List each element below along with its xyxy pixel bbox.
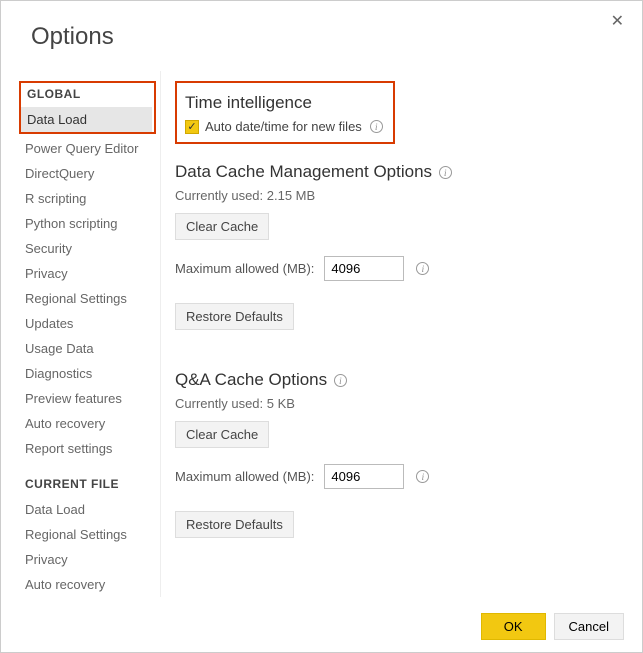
- auto-date-time-row: ✓ Auto date/time for new files i: [185, 119, 383, 134]
- data-cache-title-text: Data Cache Management Options: [175, 162, 432, 181]
- sidebar-item-cf-data-load[interactable]: Data Load: [19, 497, 160, 522]
- content-pane: Time intelligence ✓ Auto date/time for n…: [161, 71, 642, 597]
- sidebar-item-diagnostics[interactable]: Diagnostics: [19, 361, 160, 386]
- data-cache-max-input[interactable]: [324, 256, 404, 281]
- sidebar-item-privacy[interactable]: Privacy: [19, 261, 160, 286]
- sidebar-item-cf-auto-recovery[interactable]: Auto recovery: [19, 572, 160, 597]
- close-icon[interactable]: ✕: [603, 7, 632, 35]
- qa-clear-cache-button[interactable]: Clear Cache: [175, 421, 269, 448]
- global-header: GLOBAL: [27, 87, 152, 101]
- clear-cache-button[interactable]: Clear Cache: [175, 213, 269, 240]
- qa-cache-max-input[interactable]: [324, 464, 404, 489]
- options-dialog: ✕ Options GLOBAL Data Load Power Query E…: [0, 0, 643, 653]
- auto-date-time-checkbox[interactable]: ✓: [185, 120, 199, 134]
- sidebar-item-auto-recovery[interactable]: Auto recovery: [19, 411, 160, 436]
- sidebar-item-usage-data[interactable]: Usage Data: [19, 336, 160, 361]
- sidebar: GLOBAL Data Load Power Query Editor Dire…: [1, 71, 161, 597]
- info-icon[interactable]: i: [416, 470, 429, 483]
- dialog-title: Options: [1, 1, 642, 61]
- sidebar-item-data-load[interactable]: Data Load: [21, 107, 152, 132]
- sidebar-item-power-query-editor[interactable]: Power Query Editor: [19, 136, 160, 161]
- info-icon[interactable]: i: [439, 166, 452, 179]
- data-cache-max-row: Maximum allowed (MB): i: [175, 256, 620, 281]
- time-intelligence-title: Time intelligence: [185, 93, 383, 113]
- sidebar-item-directquery[interactable]: DirectQuery: [19, 161, 160, 186]
- data-cache-max-label: Maximum allowed (MB):: [175, 261, 314, 276]
- time-intelligence-highlight: Time intelligence ✓ Auto date/time for n…: [175, 81, 395, 144]
- current-file-header: CURRENT FILE: [25, 477, 160, 491]
- sidebar-item-preview-features[interactable]: Preview features: [19, 386, 160, 411]
- sidebar-item-security[interactable]: Security: [19, 236, 160, 261]
- qa-restore-defaults-button[interactable]: Restore Defaults: [175, 511, 294, 538]
- sidebar-item-r-scripting[interactable]: R scripting: [19, 186, 160, 211]
- sidebar-item-python-scripting[interactable]: Python scripting: [19, 211, 160, 236]
- sidebar-item-report-settings[interactable]: Report settings: [19, 436, 160, 461]
- global-section-highlight: GLOBAL Data Load: [19, 81, 156, 134]
- info-icon[interactable]: i: [370, 120, 383, 133]
- dialog-body: GLOBAL Data Load Power Query Editor Dire…: [1, 71, 642, 597]
- qa-cache-used: Currently used: 5 KB: [175, 396, 620, 411]
- sidebar-item-cf-privacy[interactable]: Privacy: [19, 547, 160, 572]
- ok-button[interactable]: OK: [481, 613, 546, 640]
- qa-cache-title: Q&A Cache Options i: [175, 370, 620, 390]
- cancel-button[interactable]: Cancel: [554, 613, 624, 640]
- qa-cache-title-text: Q&A Cache Options: [175, 370, 327, 389]
- dialog-footer: OK Cancel: [481, 613, 624, 640]
- sidebar-item-updates[interactable]: Updates: [19, 311, 160, 336]
- info-icon[interactable]: i: [334, 374, 347, 387]
- auto-date-time-label: Auto date/time for new files: [205, 119, 362, 134]
- sidebar-item-regional-settings[interactable]: Regional Settings: [19, 286, 160, 311]
- sidebar-item-cf-regional-settings[interactable]: Regional Settings: [19, 522, 160, 547]
- data-cache-used: Currently used: 2.15 MB: [175, 188, 620, 203]
- restore-defaults-button[interactable]: Restore Defaults: [175, 303, 294, 330]
- info-icon[interactable]: i: [416, 262, 429, 275]
- qa-cache-max-row: Maximum allowed (MB): i: [175, 464, 620, 489]
- data-cache-title: Data Cache Management Options i: [175, 162, 620, 182]
- qa-cache-max-label: Maximum allowed (MB):: [175, 469, 314, 484]
